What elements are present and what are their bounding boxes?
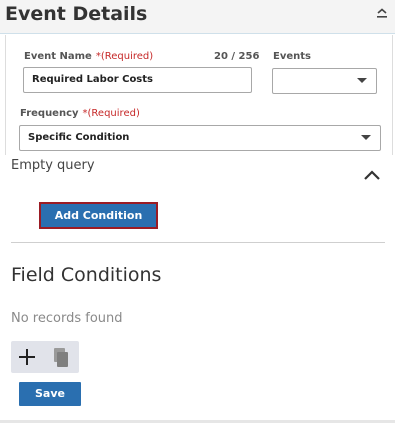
events-label: Events bbox=[273, 51, 311, 62]
frequency-required: *(Required) bbox=[82, 108, 140, 119]
collapse-icon[interactable] bbox=[375, 7, 389, 25]
frequency-label-text: Frequency bbox=[20, 108, 79, 119]
field-conditions-empty: No records found bbox=[11, 311, 123, 326]
panel-title: Event Details bbox=[5, 3, 148, 25]
add-row-button[interactable] bbox=[11, 341, 43, 373]
plus-icon bbox=[19, 349, 35, 365]
save-button[interactable]: Save bbox=[19, 382, 81, 406]
chevron-up-icon[interactable] bbox=[363, 168, 381, 180]
frequency-select[interactable]: Specific Condition bbox=[19, 125, 381, 151]
frequency-label: Frequency *(Required) bbox=[20, 108, 140, 119]
event-name-counter: 20 / 256 bbox=[214, 51, 260, 62]
event-name-required: *(Required) bbox=[95, 51, 154, 62]
section-divider bbox=[11, 242, 385, 243]
copy-button[interactable] bbox=[45, 341, 77, 373]
panel-header: Event Details bbox=[0, 0, 395, 34]
event-name-label-text: Event Name bbox=[24, 51, 92, 62]
query-status: Empty query bbox=[11, 158, 95, 173]
frequency-caret-down-icon bbox=[361, 135, 371, 140]
add-condition-button[interactable]: Add Condition bbox=[39, 202, 158, 229]
field-conditions-title: Field Conditions bbox=[11, 264, 162, 286]
event-name-label: Event Name *(Required) bbox=[24, 51, 153, 62]
event-name-input[interactable]: Required Labor Costs bbox=[23, 67, 252, 93]
events-caret-down-icon bbox=[357, 78, 367, 83]
field-conditions-toolbar bbox=[11, 341, 79, 373]
copy-icon bbox=[54, 348, 68, 367]
